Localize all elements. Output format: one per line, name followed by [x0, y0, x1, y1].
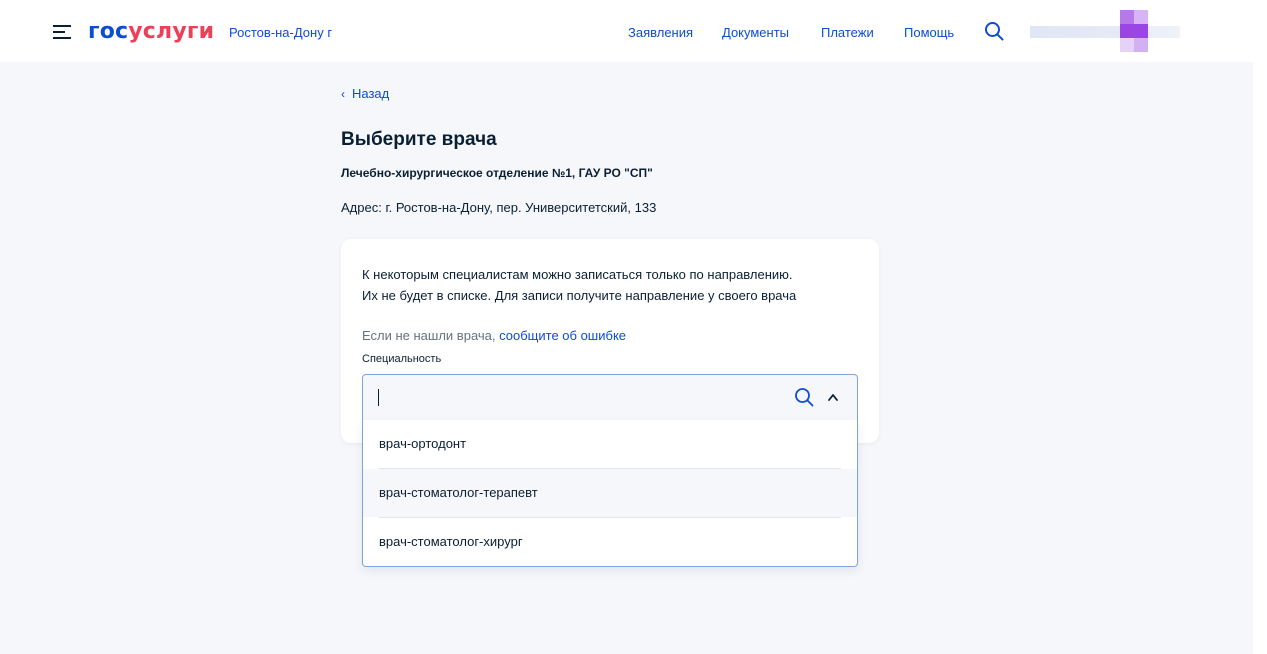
text-caret [378, 389, 379, 406]
location-selector[interactable]: Ростов-на-Дону г [229, 25, 332, 40]
referral-info: К некоторым специалистам можно записатьс… [362, 264, 862, 306]
main-content: ‹ Назад Выберите врача Лечебно-хирургичес… [0, 62, 1253, 654]
referral-info-line-2: Их не будет в списке. Для записи получит… [362, 288, 797, 303]
chevron-up-icon[interactable] [827, 392, 839, 402]
specialty-dropdown: врач-ортодонт врач-стоматолог-терапевт в… [362, 420, 858, 567]
report-error-line: Если не нашли врача, сообщите об ошибке [362, 328, 626, 343]
nav-help[interactable]: Помощь [904, 25, 954, 40]
specialty-option[interactable]: врач-стоматолог-хирург [363, 518, 857, 566]
gosuslugi-logo[interactable]: госуслуги [88, 19, 214, 44]
page-title: Выберите врача [341, 129, 497, 150]
search-icon[interactable] [984, 21, 1004, 41]
nav-documents[interactable]: Документы [722, 25, 789, 40]
specialty-option[interactable]: врач-стоматолог-терапевт [363, 469, 857, 517]
back-link[interactable]: ‹ Назад [341, 86, 389, 101]
specialty-input[interactable] [362, 374, 858, 421]
user-name-blurred[interactable] [1030, 26, 1180, 38]
logo-part-gos: гос [88, 19, 129, 44]
specialty-label: Специальность [362, 353, 442, 365]
search-icon[interactable] [794, 387, 814, 407]
chevron-left-icon: ‹ [341, 87, 345, 101]
specialty-option[interactable]: врач-ортодонт [363, 420, 857, 468]
nav-applications[interactable]: Заявления [628, 25, 693, 40]
referral-info-line-1: К некоторым специалистам можно записатьс… [362, 267, 793, 282]
back-label: Назад [352, 86, 390, 101]
report-error-text: Если не нашли врача, [362, 328, 496, 343]
report-error-link[interactable]: сообщите об ошибке [499, 328, 626, 343]
logo-part-uslugi: услуги [128, 19, 215, 44]
nav-payments[interactable]: Платежи [821, 25, 874, 40]
scrollbar[interactable] [1253, 62, 1267, 654]
clinic-name: Лечебно-хирургическое отделение №1, ГАУ … [341, 166, 653, 180]
avatar[interactable] [1120, 10, 1148, 52]
clinic-address: Адрес: г. Ростов-на-Дону, пер. Университ… [341, 200, 657, 215]
menu-icon[interactable] [53, 24, 73, 40]
header: госуслуги Ростов-на-Дону г Заявления Док… [0, 0, 1267, 62]
